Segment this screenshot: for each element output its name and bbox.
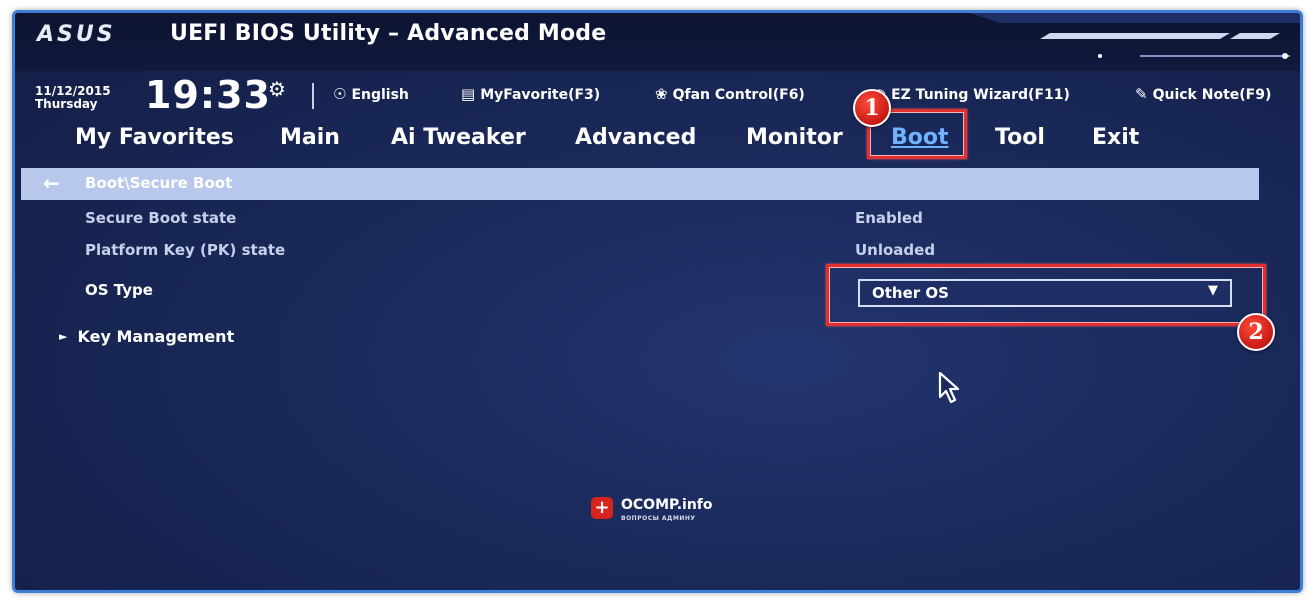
secure-boot-state-label: Secure Boot state [85, 209, 237, 227]
ez-tuning-label: EZ Tuning Wizard(F11) [891, 87, 1070, 103]
os-type-highlight [826, 264, 1266, 326]
main-tabs: My Favorites Main Ai Tweaker Advanced Mo… [15, 123, 1300, 163]
secure-boot-state-value: Enabled [855, 209, 923, 227]
marker-2-badge: 2 [1237, 313, 1275, 351]
breadcrumb: ← Boot\Secure Boot [21, 168, 1259, 200]
globe-icon: ☉ [333, 85, 347, 103]
language-label: English [351, 87, 409, 103]
watermark-name: OCOMP.info [621, 497, 713, 513]
weekday-text: Thursday [35, 97, 98, 111]
tab-tool[interactable]: Tool [995, 125, 1045, 150]
key-management-item[interactable]: ► Key Management [59, 327, 234, 346]
my-favorite-button[interactable]: ▤ MyFavorite(F3) [461, 85, 600, 103]
back-arrow-icon[interactable]: ← [43, 171, 60, 195]
title-bar: ASUS UEFI BIOS Utility – Advanced Mode [15, 13, 1300, 71]
info-row: 11/12/2015 Thursday 19:33 ⚙ ☉ English ▤ My… [15, 71, 1300, 123]
tab-monitor[interactable]: Monitor [746, 125, 843, 150]
qfan-control-button[interactable]: ❀ Qfan Control(F6) [655, 85, 805, 103]
plus-icon: + [591, 497, 613, 519]
qfan-label: Qfan Control(F6) [672, 87, 805, 103]
app-title: UEFI BIOS Utility – Advanced Mode [170, 21, 607, 46]
quick-note-button[interactable]: ✎ Quick Note(F9) [1135, 85, 1271, 103]
os-type-label: OS Type [85, 281, 153, 299]
pk-state-value: Unloaded [855, 241, 936, 259]
fan-icon: ❀ [655, 85, 668, 103]
tab-advanced[interactable]: Advanced [575, 125, 696, 150]
marker-1-badge: 1 [853, 89, 891, 127]
tab-exit[interactable]: Exit [1092, 125, 1139, 150]
header-decoration [970, 13, 1300, 59]
triangle-right-icon: ► [59, 330, 68, 343]
ez-tuning-button[interactable]: ◉EZ Tuning Wizard(F11) [873, 85, 1070, 103]
breadcrumb-path: Boot\Secure Boot [85, 174, 233, 192]
tab-my-favorites[interactable]: My Favorites [75, 125, 234, 150]
bios-screen: ASUS UEFI BIOS Utility – Advanced Mode 1… [12, 10, 1303, 593]
clock: 19:33 [145, 73, 271, 117]
note-icon: ✎ [1135, 85, 1148, 103]
pk-state-label: Platform Key (PK) state [85, 241, 286, 259]
tab-main[interactable]: Main [280, 125, 340, 150]
quick-note-label: Quick Note(F9) [1152, 87, 1272, 103]
mouse-cursor-icon [938, 371, 960, 404]
watermark-tagline: ВОПРОСЫ АДМИНУ [621, 515, 696, 522]
gear-icon[interactable]: ⚙ [268, 77, 286, 101]
date-block: 11/12/2015 Thursday [35, 85, 111, 111]
divider [312, 83, 314, 109]
asus-logo: ASUS [37, 22, 116, 47]
language-button[interactable]: ☉ English [333, 85, 409, 103]
my-favorite-label: MyFavorite(F3) [480, 87, 601, 103]
key-management-label: Key Management [77, 327, 235, 346]
ocomp-watermark: + OCOMP.info ВОПРОСЫ АДМИНУ [591, 497, 731, 527]
tab-ai-tweaker[interactable]: Ai Tweaker [391, 125, 526, 150]
favorite-icon: ▤ [461, 85, 476, 103]
